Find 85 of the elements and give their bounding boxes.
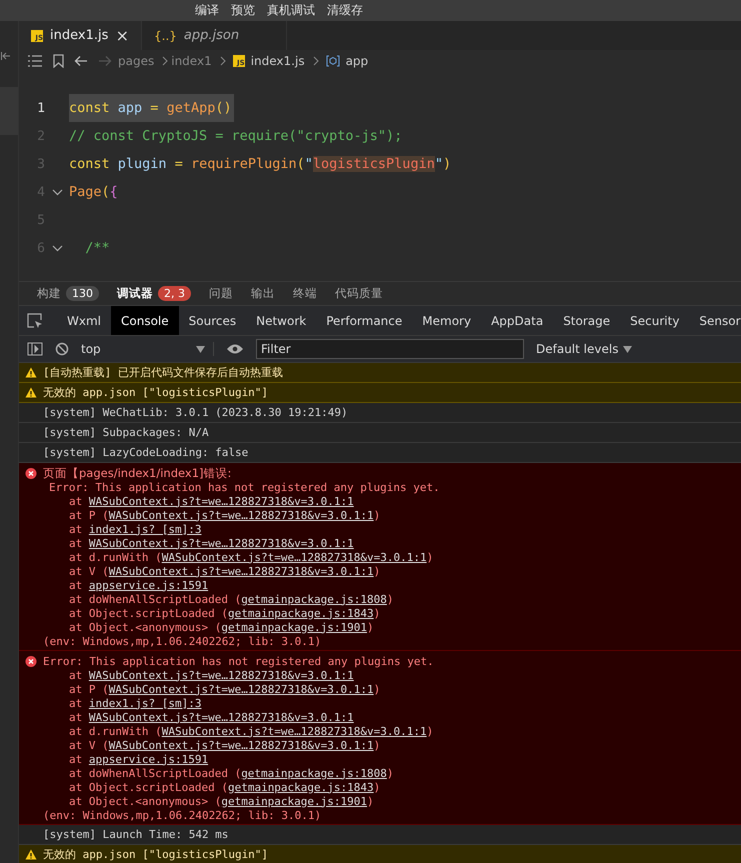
stack-frame: at P (WASubContext.js?t=we…128827318&v=3.0.1:1) [69, 508, 380, 522]
stack-frame: at doWhenAllScriptLoaded (getmainpackage.js:1808) [69, 766, 394, 780]
message-text: (env: Windows,mp,1.06.2402262; lib: 3.0.1) [43, 634, 322, 648]
menu-item[interactable]: 编译 [195, 2, 219, 19]
filter-field[interactable]: Filter [256, 339, 524, 359]
message-text: [system] Subpackages: N/A [43, 426, 209, 439]
code-line: Page({ [69, 183, 118, 202]
source-link[interactable]: getmainpackage.js:1901 [221, 620, 368, 634]
line-number: 1 [36, 100, 45, 116]
devtools-tab[interactable]: Storage [553, 306, 620, 335]
breadcrumb-item[interactable]: index1.js [250, 54, 305, 68]
breadcrumb-item[interactable]: pages [118, 54, 154, 68]
source-link[interactable]: WASubContext.js?t=we…128827318&v=3.0.1:1 [162, 550, 427, 564]
stack-frame: at doWhenAllScriptLoaded (getmainpackage.js:1808) [69, 592, 394, 606]
devtools-tab[interactable]: Sensor [689, 306, 741, 335]
stack-frame: at WASubContext.js?t=we…128827318&v=3.0.1:1 [69, 710, 354, 724]
source-link[interactable]: WASubContext.js?t=we…128827318&v=3.0.1:1 [108, 682, 374, 696]
source-link[interactable]: WASubContext.js?t=we…128827318&v=3.0.1:1 [88, 494, 354, 508]
stack-frame: at appservice.js:1591 [69, 578, 208, 592]
stack-frame: at V (WASubContext.js?t=we…128827318&v=3.0.1:1) [69, 564, 380, 578]
source-link[interactable]: appservice.js:1591 [88, 578, 208, 592]
message-text: 无效的 app.json ["logisticsPlugin"] [43, 847, 268, 862]
file-icon: {..} [154, 28, 177, 42]
source-link[interactable]: index1.js? [sm]:3 [88, 522, 202, 536]
stack-frame: at index1.js? [sm]:3 [69, 522, 202, 536]
context-select[interactable]: top [81, 342, 214, 356]
stack-frame: at P (WASubContext.js?t=we…128827318&v=3.0.1:1) [69, 682, 380, 696]
source-link[interactable]: getmainpackage.js:1808 [241, 592, 387, 606]
source-link[interactable]: getmainpackage.js:1901 [221, 794, 368, 808]
source-link[interactable]: WASubContext.js?t=we…128827318&v=3.0.1:1 [108, 738, 374, 752]
panel-tab[interactable]: 代码质量 [335, 286, 383, 301]
source-link[interactable]: getmainpackage.js:1843 [228, 606, 374, 620]
source-link[interactable]: WASubContext.js?t=we…128827318&v=3.0.1:1 [162, 724, 427, 738]
menu-item[interactable]: 预览 [231, 2, 255, 19]
devtools-tab[interactable]: Performance [316, 306, 412, 335]
message-text: (env: Windows,mp,1.06.2402262; lib: 3.0.1) [43, 808, 322, 822]
source-link[interactable]: getmainpackage.js:1843 [228, 780, 374, 794]
stack-frame: at Object.<anonymous> (getmainpackage.js:1901) [69, 794, 374, 808]
close-icon[interactable]: × [116, 26, 129, 45]
stack-frame: at Object.scriptLoaded (getmainpackage.js:1843) [69, 606, 380, 620]
levels-dropdown[interactable]: Default levels [536, 342, 632, 356]
source-link[interactable]: appservice.js:1591 [88, 752, 208, 766]
code-line: // const CryptoJS = require("crypto-js"); [69, 127, 402, 146]
code-line: /** [84, 239, 110, 258]
message-text: [system] WeChatLib: 3.0.1 (2023.8.30 19:21:49) [43, 406, 348, 419]
menu-item[interactable]: 清缓存 [327, 2, 363, 19]
menu-item[interactable]: 真机调试 [267, 2, 315, 19]
message-text: Error: This application has not registered any plugins yet. [49, 480, 440, 494]
stack-frame: at Object.<anonymous> (getmainpackage.js:1901) [69, 620, 374, 634]
stack-frame: at Object.scriptLoaded (getmainpackage.js:1843) [69, 780, 380, 794]
message-text: [system] Launch Time: 542 ms [43, 828, 228, 841]
message-text: 无效的 app.json ["logisticsPlugin"] [43, 385, 268, 400]
message-text: [system] LazyCodeLoading: false [43, 446, 248, 459]
stack-frame: at WASubContext.js?t=we…128827318&v=3.0.1:1 [69, 494, 354, 508]
source-link[interactable]: WASubContext.js?t=we…128827318&v=3.0.1:1 [108, 564, 374, 578]
stack-frame: at appservice.js:1591 [69, 752, 208, 766]
devtools-tab[interactable]: Security [620, 306, 690, 335]
message-text: Error: This application has not registered any plugins yet. [43, 654, 434, 668]
stack-frame: at V (WASubContext.js?t=we…128827318&v=3.0.1:1) [69, 738, 380, 752]
source-link[interactable]: WASubContext.js?t=we…128827318&v=3.0.1:1 [88, 536, 354, 550]
source-link[interactable]: WASubContext.js?t=we…128827318&v=3.0.1:1 [108, 508, 374, 522]
source-link[interactable]: WASubContext.js?t=we…128827318&v=3.0.1:1 [88, 668, 354, 682]
devtools-tab[interactable]: Wxml [57, 306, 111, 335]
panel-tab[interactable]: 问题 [209, 286, 233, 301]
message-text: 页面【pages/index1/index1]错误: [43, 466, 232, 480]
source-link[interactable]: index1.js? [sm]:3 [88, 696, 202, 710]
panel-tab[interactable]: 调试器 2, 3 [117, 286, 191, 301]
breadcrumb-item[interactable]: app [346, 54, 368, 68]
panel-tab[interactable]: 终端 [293, 286, 317, 301]
devtools-tab[interactable]: Memory [412, 306, 482, 335]
code-line: const plugin = requirePlugin("logisticsPlugin") [69, 155, 452, 174]
devtools-tab[interactable]: Console [111, 306, 179, 335]
stack-frame: at index1.js? [sm]:3 [69, 696, 202, 710]
stack-frame: at WASubContext.js?t=we…128827318&v=3.0.1:1 [69, 668, 354, 682]
panel-tab[interactable]: 输出 [251, 286, 275, 301]
devtools-tab[interactable]: Network [246, 306, 316, 335]
source-link[interactable]: WASubContext.js?t=we…128827318&v=3.0.1:1 [88, 710, 354, 724]
breadcrumb-item[interactable]: index1 [171, 54, 212, 68]
message-text: [自动热重载] 已开启代码文件保存后自动热重载 [43, 365, 283, 380]
stack-frame: at d.runWith (WASubContext.js?t=we…128827318&v=3.0.1:1) [69, 724, 434, 738]
devtools-tab[interactable]: AppData [481, 306, 554, 335]
devtools-tab[interactable]: Sources [178, 306, 246, 335]
source-link[interactable]: getmainpackage.js:1808 [241, 766, 387, 780]
stack-frame: at d.runWith (WASubContext.js?t=we…128827318&v=3.0.1:1) [69, 550, 434, 564]
stack-frame: at WASubContext.js?t=we…128827318&v=3.0.1:1 [69, 536, 354, 550]
